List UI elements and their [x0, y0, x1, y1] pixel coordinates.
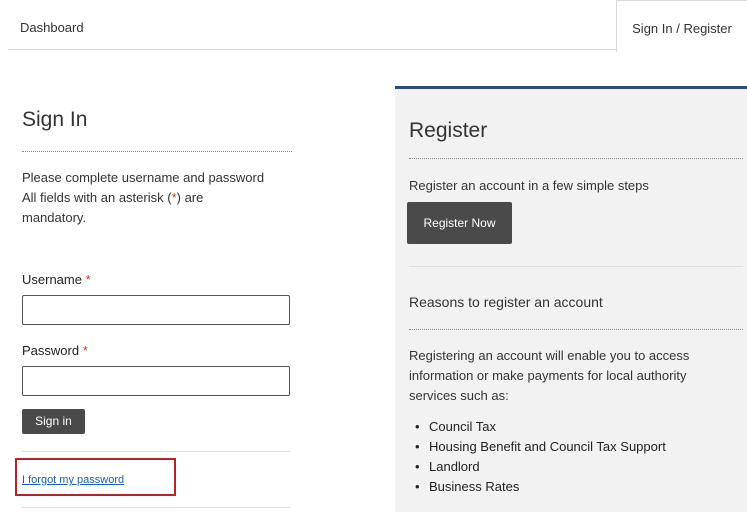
password-label-text: Password — [22, 343, 80, 358]
username-input[interactable] — [22, 295, 290, 325]
tab-dashboard[interactable]: Dashboard — [8, 0, 616, 50]
mandatory-prefix: All fields with an asterisk ( — [22, 190, 172, 205]
password-required-mark: * — [82, 343, 88, 358]
register-title: Register — [409, 119, 488, 142]
signin-instruction: Please complete username and password — [22, 170, 265, 185]
reasons-text: Registering an account will enable you t… — [409, 346, 743, 406]
top-tabs: Dashboard Sign In / Register — [0, 0, 747, 52]
signin-divider — [22, 151, 292, 152]
reasons-divider — [409, 329, 743, 330]
password-label: Password * — [22, 343, 88, 358]
mandatory-suffix: ) are — [176, 190, 204, 205]
signin-separator-top — [22, 451, 290, 452]
signin-section: Sign In — [22, 108, 292, 132]
mandatory-note: All fields with an asterisk (*) are mand… — [22, 188, 292, 228]
signin-button[interactable]: Sign in — [22, 409, 85, 434]
list-item: Landlord — [409, 457, 743, 477]
reasons-text-line1: Registering an account will enable you t… — [409, 348, 690, 363]
forgot-password-link[interactable]: I forgot my password — [22, 474, 124, 486]
reasons-title: Reasons to register an account — [409, 294, 603, 310]
username-label: Username * — [22, 272, 91, 287]
signin-title: Sign In — [22, 108, 88, 131]
register-divider — [409, 158, 743, 159]
username-required-mark: * — [85, 272, 91, 287]
list-item: Housing Benefit and Council Tax Support — [409, 437, 743, 457]
username-label-text: Username — [22, 272, 82, 287]
password-input[interactable] — [22, 366, 290, 396]
list-item: Business Rates — [409, 477, 743, 497]
register-separator — [409, 266, 743, 267]
list-item: Council Tax — [409, 417, 743, 437]
services-list: Council Tax Housing Benefit and Council … — [409, 417, 743, 497]
mandatory-line2: mandatory. — [22, 210, 87, 225]
register-panel: Register Register an account in a few si… — [395, 86, 747, 512]
register-now-button[interactable]: Register Now — [407, 202, 512, 244]
tab-signin-register[interactable]: Sign In / Register — [616, 0, 747, 52]
register-intro: Register an account in a few simple step… — [409, 178, 649, 193]
reasons-text-line3: services such as: — [409, 388, 509, 403]
signin-separator-bottom — [22, 507, 290, 508]
reasons-text-line2: information or make payments for local a… — [409, 368, 687, 383]
